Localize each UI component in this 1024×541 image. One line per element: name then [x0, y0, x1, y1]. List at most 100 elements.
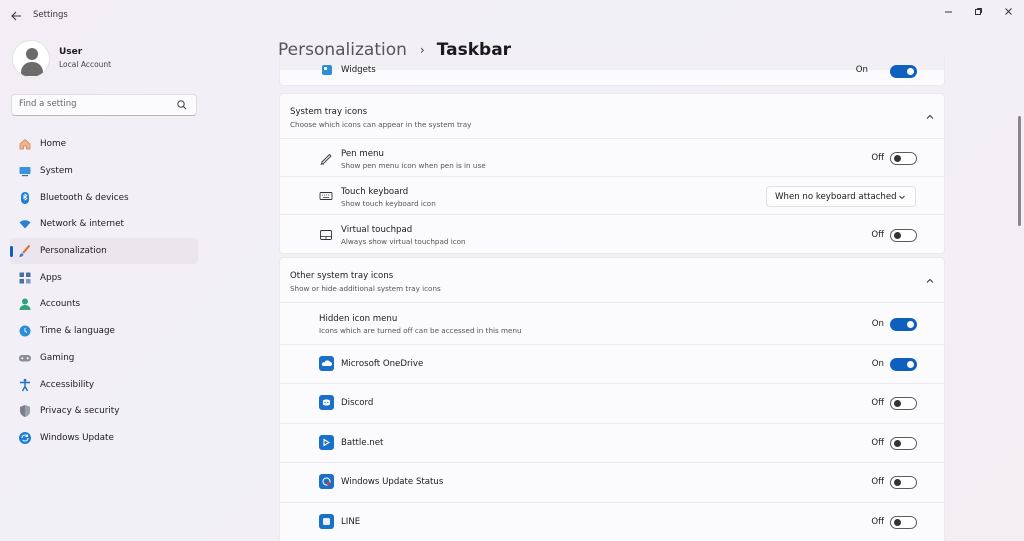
sidebar-item-system[interactable]: System [10, 158, 198, 185]
dropdown-value: When no keyboard attached [775, 192, 897, 202]
accounts-icon [18, 297, 32, 311]
app-title: Settings [33, 10, 68, 20]
hidden-icon-menu-toggle[interactable] [890, 318, 917, 331]
gamepad-icon [18, 351, 32, 365]
windows-update-status-toggle[interactable] [890, 476, 917, 489]
toggle-state: Off [871, 477, 884, 487]
shield-icon [18, 404, 32, 418]
sidebar-item-home[interactable]: Home [10, 131, 198, 158]
row-title: Pen menu [341, 149, 384, 159]
sidebar-nav: Home System Bluetooth & devices Network … [10, 131, 198, 451]
sidebar-item-time-language[interactable]: Time & language [10, 318, 198, 345]
widgets-toggle[interactable] [890, 65, 917, 78]
scrollbar[interactable] [1018, 116, 1021, 226]
row-subtitle: Always show virtual touchpad icon [341, 237, 466, 246]
section-subtitle: Choose which icons can appear in the sys… [290, 120, 472, 129]
system-tray-header[interactable]: System tray icons Choose which icons can… [280, 94, 944, 138]
other-tray-header[interactable]: Other system tray icons Show or hide add… [280, 258, 944, 302]
sidebar-item-label: Accounts [40, 299, 81, 310]
row-title: Hidden icon menu [319, 314, 398, 324]
chevron-up-icon[interactable] [925, 112, 935, 122]
maximize-button[interactable] [967, 4, 989, 18]
sidebar-item-network[interactable]: Network & internet [10, 211, 198, 238]
hidden-icon-menu-row: Hidden icon menu Icons which are turned … [280, 302, 944, 344]
sidebar-item-label: Privacy & security [40, 406, 120, 417]
accessibility-icon [18, 378, 32, 392]
virtual-touchpad-toggle[interactable] [890, 229, 917, 242]
avatar [12, 40, 50, 78]
account-type: Local Account [59, 60, 112, 69]
sidebar-item-accounts[interactable]: Accounts [10, 291, 198, 318]
row-title: Touch keyboard [341, 187, 409, 197]
user-name: User [59, 47, 83, 57]
sidebar-item-bluetooth[interactable]: Bluetooth & devices [10, 184, 198, 211]
discord-row: Discord Off [280, 383, 944, 423]
section-subtitle: Show or hide additional system tray icon… [290, 284, 441, 293]
sidebar-item-personalization[interactable]: Personalization [10, 237, 198, 265]
row-title: Microsoft OneDrive [341, 359, 424, 369]
battlenet-icon [319, 435, 334, 450]
sidebar-item-label: Home [40, 139, 66, 150]
touch-keyboard-dropdown[interactable]: When no keyboard attached [766, 186, 916, 207]
sidebar-item-privacy[interactable]: Privacy & security [10, 398, 198, 425]
sidebar-item-windows-update[interactable]: Windows Update [10, 425, 198, 452]
search-input[interactable] [19, 99, 169, 109]
sidebar-item-label: Windows Update [40, 432, 114, 443]
brush-icon [18, 244, 32, 258]
toggle-state: On [871, 359, 884, 369]
sidebar-item-label: Apps [40, 272, 62, 283]
sidebar-item-label: Bluetooth & devices [40, 192, 129, 203]
other-tray-card: Other system tray icons Show or hide add… [279, 257, 945, 541]
touch-keyboard-row: Touch keyboard Show touch keyboard icon … [280, 176, 944, 214]
search-icon[interactable] [176, 99, 188, 111]
sidebar-item-label: Gaming [40, 352, 75, 363]
toggle-state: Off [871, 517, 884, 527]
discord-toggle[interactable] [890, 397, 917, 410]
sidebar-item-gaming[interactable]: Gaming [10, 345, 198, 372]
row-title: LINE [341, 517, 361, 527]
row-title: Battle.net [341, 438, 384, 448]
widgets-card: Widgets On [279, 56, 945, 86]
search-box[interactable] [11, 94, 197, 116]
chevron-up-icon[interactable] [925, 276, 935, 286]
onedrive-toggle[interactable] [890, 358, 917, 371]
toggle-state: Off [871, 153, 884, 163]
sidebar-item-apps[interactable]: Apps [10, 264, 198, 291]
bluetooth-icon [18, 191, 32, 205]
sidebar-item-accessibility[interactable]: Accessibility [10, 371, 198, 398]
chevron-down-icon [899, 195, 905, 200]
system-icon [18, 164, 32, 178]
row-title: Discord [341, 398, 374, 408]
back-arrow-icon[interactable] [8, 8, 24, 24]
user-card[interactable]: User Local Account [12, 40, 202, 80]
toggle-state: Off [871, 398, 884, 408]
windows-update-status-icon [319, 474, 334, 489]
sidebar-item-label: Accessibility [40, 379, 95, 390]
wifi-icon [18, 217, 32, 231]
line-icon [319, 514, 334, 529]
battlenet-toggle[interactable] [890, 437, 917, 450]
home-icon [18, 137, 32, 151]
close-button[interactable] [997, 4, 1019, 18]
line-toggle[interactable] [890, 516, 917, 529]
row-subtitle: Show pen menu icon when pen is in use [341, 161, 486, 170]
section-title: Other system tray icons [290, 271, 394, 281]
pen-menu-row: Pen menu Show pen menu icon when pen is … [280, 138, 944, 176]
onedrive-icon [319, 356, 334, 371]
pen-menu-toggle[interactable] [890, 152, 917, 165]
windows-update-status-row: Windows Update Status Off [280, 462, 944, 502]
row-title: Virtual touchpad [341, 225, 413, 235]
virtual-touchpad-row: Virtual touchpad Always show virtual tou… [280, 214, 944, 254]
sidebar-item-label: System [40, 166, 73, 177]
toggle-state: Off [871, 438, 884, 448]
update-icon [18, 431, 32, 445]
pen-icon [319, 151, 333, 165]
keyboard-icon [319, 189, 333, 203]
widgets-state: On [855, 65, 868, 75]
row-subtitle: Icons which are turned off can be access… [319, 326, 522, 335]
content-fade [280, 56, 944, 70]
minimize-button[interactable] [937, 4, 959, 18]
widgets-title: Widgets [341, 65, 376, 75]
sidebar-item-label: Time & language [40, 326, 115, 337]
system-tray-card: System tray icons Choose which icons can… [279, 93, 945, 254]
